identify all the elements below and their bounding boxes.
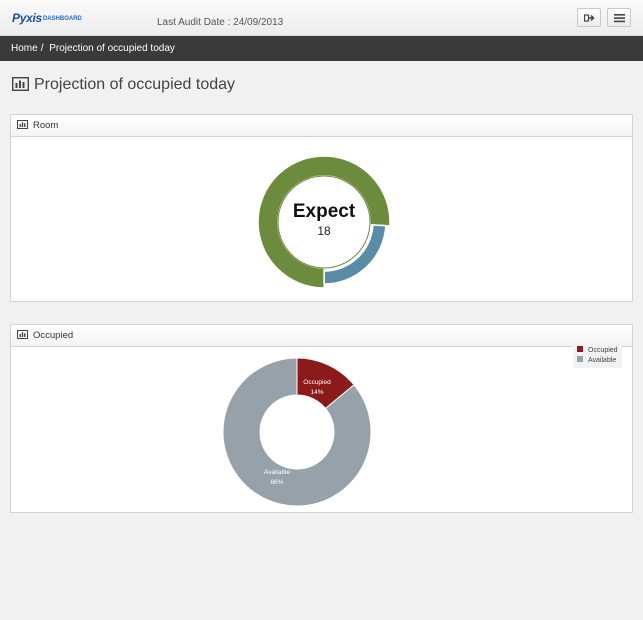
- donut-label-available: Available: [264, 469, 291, 476]
- sign-out-icon: [584, 14, 595, 22]
- room-panel-header: Room: [11, 115, 632, 137]
- occupied-donut-chart: Occupied 14% Available 86%: [222, 357, 372, 507]
- occupied-panel: Occupied Occupied 14% Available 86% Occupie…: [10, 324, 633, 513]
- room-panel: Room Expect 18: [10, 114, 633, 302]
- logo-text: Pyxis: [12, 11, 42, 25]
- bar-chart-icon: [17, 330, 28, 339]
- legend-swatch-available: [577, 356, 583, 362]
- breadcrumb: Home / Projection of occupied today: [0, 36, 643, 61]
- breadcrumb-current: Projection of occupied today: [49, 43, 175, 54]
- donut-label-occupied: Occupied: [303, 379, 331, 386]
- ring-inner-outline: [277, 175, 371, 269]
- bar-chart-icon: [11, 76, 30, 92]
- breadcrumb-separator: /: [40, 43, 44, 54]
- legend-label-available: Available: [588, 357, 617, 364]
- donut-value-available: 86%: [270, 479, 283, 486]
- chart-legend: Occupied Available: [573, 344, 622, 368]
- menu-button[interactable]: [607, 8, 631, 27]
- occupied-panel-header: Occupied: [11, 325, 632, 347]
- page-title: Projection of occupied today: [11, 76, 236, 94]
- donut-value-occupied: 14%: [310, 389, 323, 396]
- occupied-panel-title: Occupied: [33, 330, 74, 341]
- room-ring-chart: Expect 18: [257, 155, 391, 289]
- legend-label-occupied: Occupied: [588, 347, 618, 354]
- logout-button[interactable]: [577, 8, 601, 27]
- ring-segment-1: [323, 224, 387, 285]
- legend-item-available[interactable]: Available: [577, 356, 618, 366]
- pyxis-logo[interactable]: PyxisDASHBOARD: [12, 9, 82, 27]
- logo-subtext: DASHBOARD: [42, 16, 82, 22]
- legend-item-occupied[interactable]: Occupied: [577, 346, 618, 356]
- top-bar: PyxisDASHBOARD Last Audit Date : 24/09/2…: [0, 0, 643, 36]
- page-title-text: Projection of occupied today: [34, 76, 236, 93]
- ring-center-value: 18: [317, 224, 331, 238]
- room-panel-title: Room: [33, 120, 59, 131]
- menu-icon: [614, 14, 625, 23]
- breadcrumb-home[interactable]: Home: [11, 43, 38, 54]
- bar-chart-icon: [17, 120, 28, 129]
- last-audit-date: Last Audit Date : 24/09/2013: [157, 17, 284, 28]
- ring-center-title: Expect: [293, 201, 356, 222]
- legend-swatch-occupied: [577, 346, 583, 352]
